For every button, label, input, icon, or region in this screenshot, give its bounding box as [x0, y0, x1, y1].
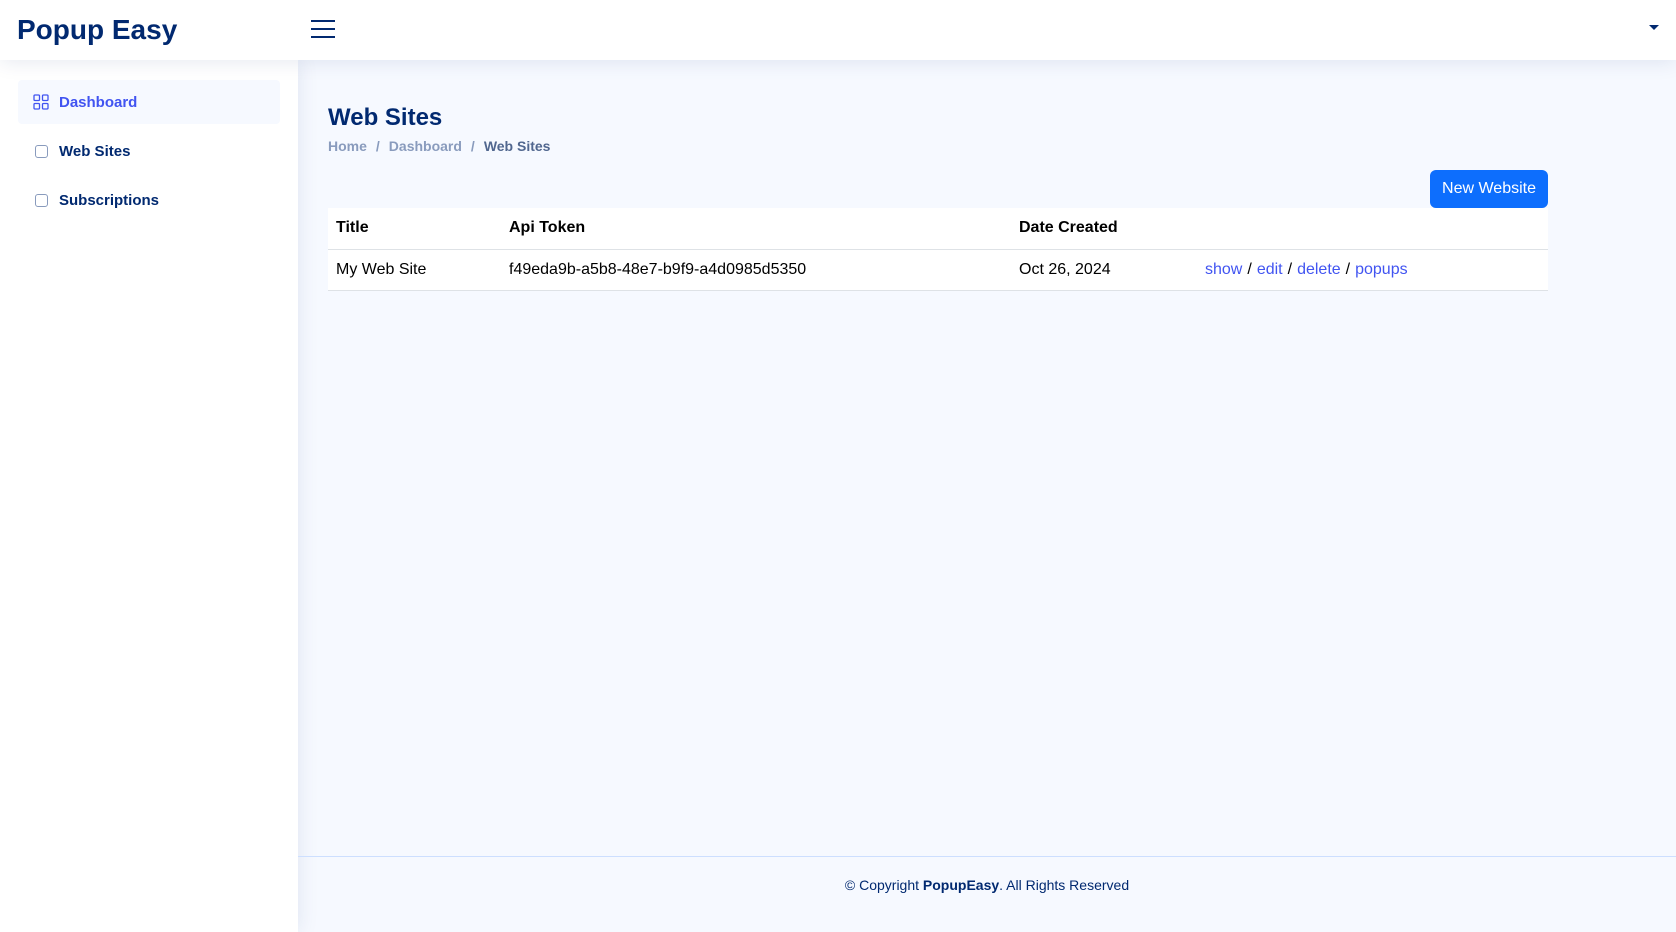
copyright-suffix: . All Rights Reserved — [999, 877, 1130, 893]
column-header-title: Title — [328, 208, 501, 250]
column-header-api-token: Api Token — [501, 208, 1011, 250]
sidebar-item-label: Subscriptions — [59, 191, 160, 209]
sidebar-item-web-sites[interactable]: Web Sites — [18, 129, 280, 173]
copyright-prefix: © Copyright — [844, 877, 923, 893]
breadcrumb-current: Web Sites — [483, 138, 551, 154]
cell-api-token: f49eda9b-a5b8-48e7-b9f9-a4d0985d5350 — [501, 249, 1011, 291]
sidebar-item-subscriptions[interactable]: Subscriptions — [18, 178, 280, 222]
delete-link[interactable]: delete — [1297, 261, 1341, 278]
cell-date-created: Oct 26, 2024 — [1011, 249, 1197, 291]
footer: © Copyright PopupEasy. All Rights Reserv… — [298, 856, 1676, 932]
popups-link[interactable]: popups — [1355, 261, 1408, 278]
table-toolbar: New Website — [328, 170, 1548, 208]
cell-actions: show / edit / delete / popups — [1197, 249, 1548, 291]
grid-icon — [33, 94, 49, 110]
copyright-text: © Copyright PopupEasy. All Rights Reserv… — [845, 877, 1129, 932]
table-row: My Web Site f49eda9b-a5b8-48e7-b9f9-a4d0… — [328, 249, 1548, 291]
main-content: Web Sites Home / Dashboard / Web Sites N… — [298, 60, 1676, 856]
hamburger-icon[interactable] — [311, 18, 335, 40]
caret-down-icon[interactable] — [1649, 25, 1659, 30]
column-header-date-created: Date Created — [1011, 208, 1197, 250]
page-title: Web Sites — [328, 104, 443, 131]
breadcrumb-separator: / — [375, 138, 380, 154]
sidebar-item-label: Dashboard — [59, 93, 138, 111]
show-link[interactable]: show — [1205, 261, 1242, 278]
edit-link[interactable]: edit — [1257, 261, 1283, 278]
sidebar: Dashboard Web Sites Subscriptions — [0, 60, 298, 932]
sidebar-item-label: Web Sites — [59, 142, 131, 160]
page-title-block: Web Sites Home / Dashboard / Web Sites — [328, 103, 1646, 154]
copyright-brand: PopupEasy — [922, 877, 1000, 893]
column-header-actions — [1197, 208, 1548, 250]
breadcrumb-separator: / — [470, 138, 475, 154]
action-separator: / — [1345, 260, 1351, 278]
breadcrumb-home[interactable]: Home — [328, 138, 367, 154]
table-header-row: Title Api Token Date Created — [328, 208, 1548, 250]
top-header: Popup Easy — [0, 0, 1676, 60]
square-icon — [33, 143, 49, 159]
new-website-button[interactable]: New Website — [1430, 170, 1548, 208]
sidebar-item-dashboard[interactable]: Dashboard — [18, 80, 280, 124]
cell-title: My Web Site — [328, 249, 501, 291]
action-separator: / — [1247, 260, 1252, 278]
app-logo[interactable]: Popup Easy — [17, 14, 177, 46]
breadcrumb-dashboard[interactable]: Dashboard — [389, 138, 462, 154]
breadcrumb: Home / Dashboard / Web Sites — [328, 138, 1646, 154]
square-icon — [33, 192, 49, 208]
websites-table: Title Api Token Date Created My Web Site… — [328, 208, 1548, 291]
action-separator: / — [1287, 260, 1293, 278]
